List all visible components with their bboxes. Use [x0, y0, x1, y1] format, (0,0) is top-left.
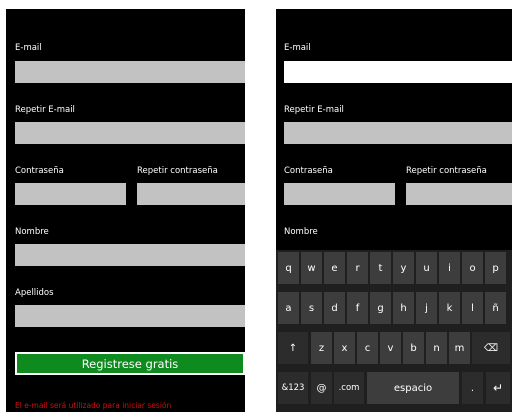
key-x[interactable]: x: [334, 332, 355, 364]
surname-label: Apellidos: [15, 288, 54, 298]
key-i[interactable]: i: [439, 252, 460, 284]
key-f[interactable]: f: [347, 292, 368, 324]
email-label: E-mail: [15, 43, 42, 53]
numbers-key[interactable]: &123: [278, 372, 308, 404]
name-field[interactable]: [15, 244, 245, 266]
backspace-key[interactable]: ⌫: [472, 332, 510, 364]
key-v[interactable]: v: [380, 332, 401, 364]
key-r[interactable]: r: [347, 252, 368, 284]
key-z[interactable]: z: [311, 332, 332, 364]
enter-key[interactable]: ↵: [486, 372, 510, 404]
password-label: Contraseña: [284, 166, 333, 176]
key-d[interactable]: d: [324, 292, 345, 324]
repeat-password-label: Repetir contraseña: [406, 166, 487, 176]
key-b[interactable]: b: [403, 332, 424, 364]
registration-screen-right: E-mail Repetir E-mail Contraseña Repetir…: [276, 9, 512, 412]
email-usage-note: El e-mail será utilizado para iniciar se…: [15, 401, 172, 410]
repeat-password-label: Repetir contraseña: [137, 166, 218, 176]
surname-field[interactable]: [15, 305, 245, 327]
at-key[interactable]: @: [311, 372, 332, 404]
repeat-password-field[interactable]: [137, 183, 245, 205]
key-e[interactable]: e: [324, 252, 345, 284]
key-g[interactable]: g: [370, 292, 391, 324]
repeat-email-label: Repetir E-mail: [15, 105, 75, 115]
email-label: E-mail: [284, 43, 311, 53]
key-w[interactable]: w: [301, 252, 322, 284]
key-l[interactable]: l: [462, 292, 483, 324]
name-label: Nombre: [15, 227, 49, 237]
dotcom-key[interactable]: .com: [334, 372, 364, 404]
space-key[interactable]: espacio: [367, 372, 459, 404]
key-p[interactable]: p: [485, 252, 506, 284]
key-m[interactable]: m: [449, 332, 470, 364]
key-k[interactable]: k: [439, 292, 460, 324]
name-label: Nombre: [284, 227, 318, 237]
key-j[interactable]: j: [416, 292, 437, 324]
password-field[interactable]: [284, 183, 395, 205]
on-screen-keyboard: q w e r t y u i o p a s d f g h j k l ñ …: [276, 250, 512, 412]
password-field[interactable]: [15, 183, 126, 205]
key-s[interactable]: s: [301, 292, 322, 324]
register-button[interactable]: Registrese gratis: [15, 352, 245, 375]
key-h[interactable]: h: [393, 292, 414, 324]
key-o[interactable]: o: [462, 252, 483, 284]
key-n[interactable]: n: [426, 332, 447, 364]
repeat-password-field[interactable]: [406, 183, 512, 205]
shift-key[interactable]: ↑: [278, 332, 308, 364]
password-label: Contraseña: [15, 166, 64, 176]
key-a[interactable]: a: [278, 292, 299, 324]
period-key[interactable]: .: [462, 372, 483, 404]
registration-screen-left: E-mail Repetir E-mail Contraseña Repetir…: [6, 9, 245, 412]
key-y[interactable]: y: [393, 252, 414, 284]
email-field[interactable]: [15, 61, 245, 83]
key-c[interactable]: c: [357, 332, 378, 364]
key-u[interactable]: u: [416, 252, 437, 284]
repeat-email-label: Repetir E-mail: [284, 105, 344, 115]
key-t[interactable]: t: [370, 252, 391, 284]
key-q[interactable]: q: [278, 252, 299, 284]
repeat-email-field[interactable]: [15, 122, 245, 144]
key-enye[interactable]: ñ: [485, 292, 506, 324]
email-field-focused[interactable]: [284, 61, 512, 83]
repeat-email-field[interactable]: [284, 122, 512, 144]
